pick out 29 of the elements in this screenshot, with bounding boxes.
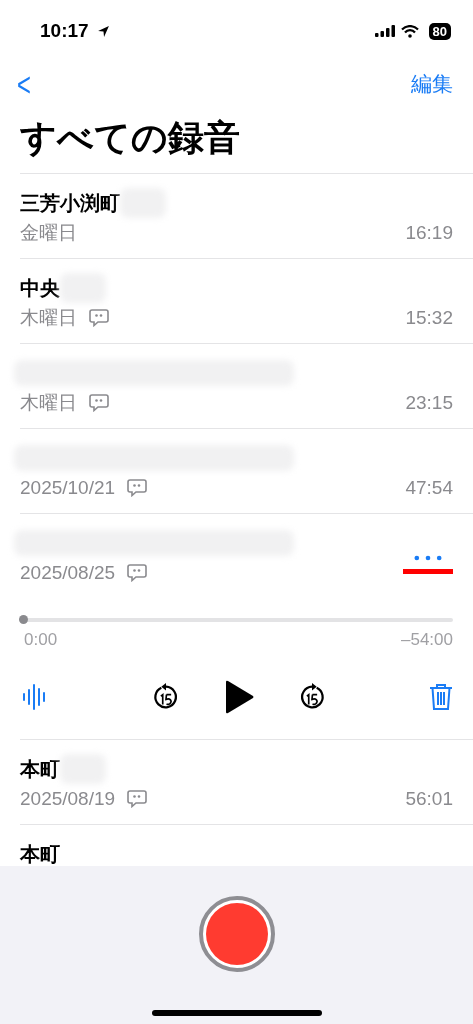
recording-title[interactable]: 中央 <box>20 274 60 302</box>
recording-duration: 15:32 <box>405 307 453 330</box>
location-icon <box>96 24 110 38</box>
recording-duration: 56:01 <box>405 788 453 811</box>
recording-date: 2025/08/19 <box>20 788 116 811</box>
wifi-icon <box>400 24 419 38</box>
recording-duration: 47:54 <box>405 477 453 500</box>
remaining-time: –54:00 <box>401 630 453 651</box>
more-icon[interactable] <box>414 554 442 561</box>
recording-date: 金曜日 <box>20 221 77 246</box>
recording-date: 木曜日 <box>20 306 77 331</box>
battery-level: 80 <box>428 22 451 40</box>
recording-date: 2025/10/21 <box>20 477 116 500</box>
trash-icon[interactable] <box>429 683 453 712</box>
signal-icon <box>374 25 395 37</box>
recording-date: 2025/08/25 <box>20 562 116 585</box>
waveform-icon[interactable] <box>22 683 48 712</box>
status-time: 10:17 <box>40 20 89 42</box>
recording-title[interactable]: 三芳小渕町 <box>20 189 120 217</box>
play-icon[interactable] <box>223 680 254 715</box>
recording-duration: 16:19 <box>405 222 453 245</box>
page-title: すべての録音 <box>20 116 241 160</box>
back-button[interactable]: < <box>14 67 34 101</box>
elapsed-time: 0:00 <box>24 630 58 651</box>
recording-title[interactable]: 本町 <box>20 840 60 866</box>
recording-date: 木曜日 <box>20 391 77 416</box>
edit-button[interactable]: 編集 <box>411 70 453 98</box>
recording-duration: 23:15 <box>405 392 453 415</box>
recording-title[interactable]: 本町 <box>20 755 60 783</box>
